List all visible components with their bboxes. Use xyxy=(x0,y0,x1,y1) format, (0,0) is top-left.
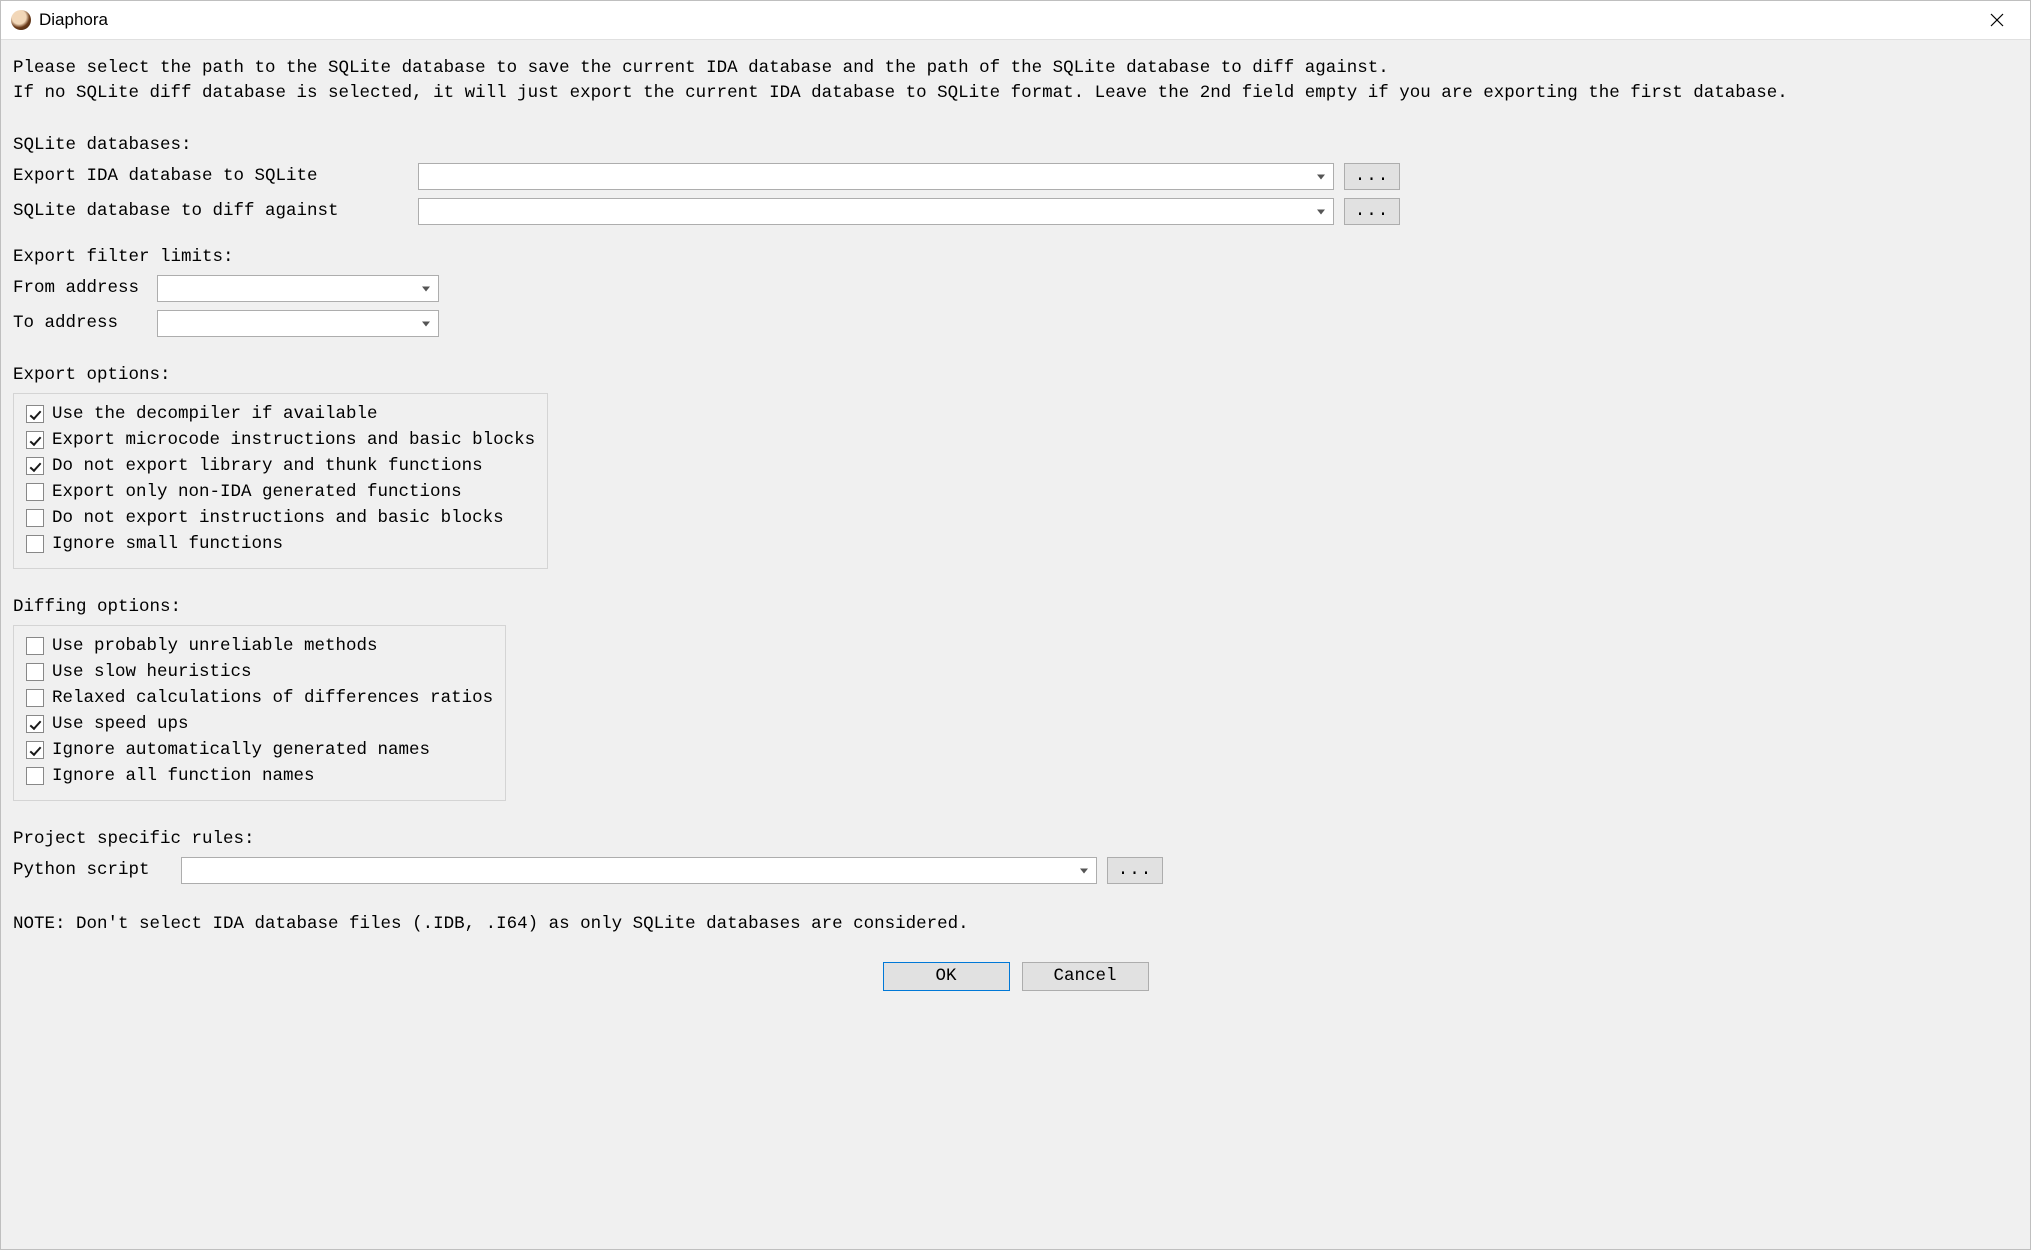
sqlite-rows: Export IDA database to SQLite ... SQLite… xyxy=(13,163,2018,225)
export-option-checkbox[interactable] xyxy=(26,509,44,527)
close-button[interactable] xyxy=(1974,5,2020,35)
diffing-option-checkbox[interactable] xyxy=(26,663,44,681)
diffing-option-label: Use slow heuristics xyxy=(52,662,252,682)
export-option-checkbox[interactable] xyxy=(26,405,44,423)
diffing-option-checkbox[interactable] xyxy=(26,767,44,785)
filter-section-label: Export filter limits: xyxy=(13,247,2018,267)
export-option-label: Ignore small functions xyxy=(52,534,283,554)
cancel-button[interactable]: Cancel xyxy=(1022,962,1149,991)
from-address-combo[interactable] xyxy=(157,275,439,302)
intro-line-1: Please select the path to the SQLite dat… xyxy=(13,56,2018,81)
export-db-row: Export IDA database to SQLite ... xyxy=(13,163,2018,190)
python-script-browse-button[interactable]: ... xyxy=(1107,857,1163,884)
sqlite-section-label: SQLite databases: xyxy=(13,135,2018,155)
export-option-label: Export microcode instructions and basic … xyxy=(52,430,535,450)
diffing-options-box: Use probably unreliable methods Use slow … xyxy=(13,625,506,801)
from-address-label: From address xyxy=(13,278,157,298)
export-option-row: Export only non-IDA generated functions xyxy=(26,482,535,502)
export-option-row: Ignore small functions xyxy=(26,534,535,554)
diffing-option-label: Ignore all function names xyxy=(52,766,315,786)
diffing-options-section: Diffing options: Use probably unreliable… xyxy=(13,597,2018,801)
export-option-checkbox[interactable] xyxy=(26,483,44,501)
window-title: Diaphora xyxy=(39,10,1974,30)
to-address-row: To address xyxy=(13,310,2018,337)
diff-db-label: SQLite database to diff against xyxy=(13,201,418,221)
diff-db-combo[interactable] xyxy=(418,198,1334,225)
project-section-label: Project specific rules: xyxy=(13,829,2018,849)
export-option-label: Do not export library and thunk function… xyxy=(52,456,483,476)
diffing-options-label: Diffing options: xyxy=(13,597,2018,617)
diffing-option-row: Relaxed calculations of differences rati… xyxy=(26,688,493,708)
python-script-label: Python script xyxy=(13,860,181,880)
python-script-combo[interactable] xyxy=(181,857,1097,884)
export-option-row: Do not export instructions and basic blo… xyxy=(26,508,535,528)
export-option-label: Use the decompiler if available xyxy=(52,404,378,424)
diffing-option-checkbox[interactable] xyxy=(26,689,44,707)
intro-text: Please select the path to the SQLite dat… xyxy=(13,56,2018,107)
to-address-label: To address xyxy=(13,313,157,333)
export-options-section: Export options: Use the decompiler if av… xyxy=(13,365,2018,569)
filter-section: Export filter limits: From address To ad… xyxy=(13,247,2018,337)
diff-db-browse-button[interactable]: ... xyxy=(1344,198,1400,225)
diffing-option-row: Ignore all function names xyxy=(26,766,493,786)
from-address-row: From address xyxy=(13,275,2018,302)
diffing-option-label: Relaxed calculations of differences rati… xyxy=(52,688,493,708)
ok-button[interactable]: OK xyxy=(883,962,1010,991)
diffing-option-checkbox[interactable] xyxy=(26,715,44,733)
export-options-label: Export options: xyxy=(13,365,2018,385)
app-icon xyxy=(11,10,31,30)
button-bar: OK Cancel xyxy=(13,962,2018,991)
diffing-option-checkbox[interactable] xyxy=(26,741,44,759)
titlebar: Diaphora xyxy=(1,1,2030,39)
diffing-option-row: Use speed ups xyxy=(26,714,493,734)
diffing-option-row: Use probably unreliable methods xyxy=(26,636,493,656)
export-option-row: Use the decompiler if available xyxy=(26,404,535,424)
dialog-window: Diaphora Please select the path to the S… xyxy=(0,0,2031,1250)
export-db-combo[interactable] xyxy=(418,163,1334,190)
to-address-combo[interactable] xyxy=(157,310,439,337)
diffing-option-checkbox[interactable] xyxy=(26,637,44,655)
dialog-content: Please select the path to the SQLite dat… xyxy=(1,39,2030,1249)
export-db-browse-button[interactable]: ... xyxy=(1344,163,1400,190)
export-option-label: Do not export instructions and basic blo… xyxy=(52,508,504,528)
python-script-row: Python script ... xyxy=(13,857,2018,884)
intro-line-2: If no SQLite diff database is selected, … xyxy=(13,81,2018,106)
export-options-box: Use the decompiler if available Export mi… xyxy=(13,393,548,569)
diff-db-row: SQLite database to diff against ... xyxy=(13,198,2018,225)
project-section: Project specific rules: Python script ..… xyxy=(13,829,2018,884)
diffing-option-label: Ignore automatically generated names xyxy=(52,740,430,760)
diffing-option-row: Ignore automatically generated names xyxy=(26,740,493,760)
export-option-row: Do not export library and thunk function… xyxy=(26,456,535,476)
export-option-row: Export microcode instructions and basic … xyxy=(26,430,535,450)
export-option-checkbox[interactable] xyxy=(26,457,44,475)
export-option-label: Export only non-IDA generated functions xyxy=(52,482,462,502)
diffing-option-label: Use probably unreliable methods xyxy=(52,636,378,656)
diffing-option-row: Use slow heuristics xyxy=(26,662,493,682)
note-text: NOTE: Don't select IDA database files (.… xyxy=(13,914,2018,934)
close-icon xyxy=(1990,13,2004,27)
diffing-option-label: Use speed ups xyxy=(52,714,189,734)
export-option-checkbox[interactable] xyxy=(26,535,44,553)
export-db-label: Export IDA database to SQLite xyxy=(13,166,418,186)
export-option-checkbox[interactable] xyxy=(26,431,44,449)
